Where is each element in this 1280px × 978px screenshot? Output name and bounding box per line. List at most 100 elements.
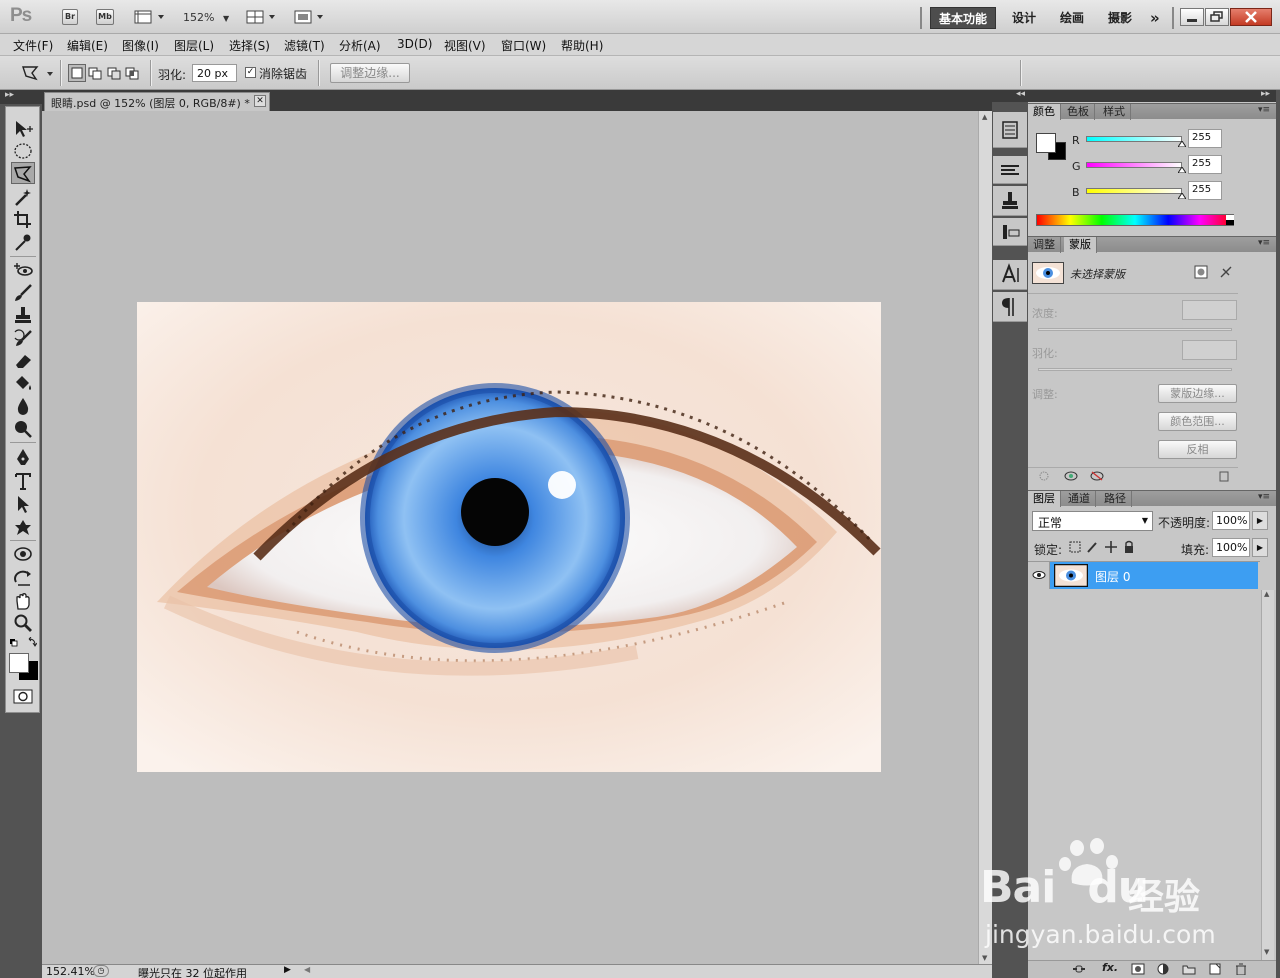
- fill-input[interactable]: 100%: [1212, 538, 1250, 557]
- layer-row[interactable]: 图层 0: [1028, 562, 1258, 589]
- panel-menu-icon[interactable]: ▾≡: [1258, 238, 1270, 248]
- color-range-button[interactable]: 颜色范围...: [1158, 412, 1237, 431]
- tab-swatches[interactable]: 色板: [1062, 104, 1095, 120]
- document-tab[interactable]: 眼睛.psd @ 152% (图层 0, RGB/8#) * ✕: [44, 92, 270, 111]
- tool-presets-panel-button[interactable]: [993, 218, 1027, 246]
- pen-tool-icon[interactable]: [12, 447, 34, 467]
- new-group-icon[interactable]: [1182, 963, 1196, 975]
- toolbox-collapse-strip[interactable]: ▸▸: [0, 90, 42, 104]
- scroll-up-icon[interactable]: ▲: [1264, 590, 1269, 598]
- spectrum-black[interactable]: [1226, 220, 1234, 225]
- magic-wand-tool-icon[interactable]: [12, 187, 34, 207]
- menu-analysis[interactable]: 分析(A): [339, 37, 381, 54]
- clone-source-panel-button[interactable]: [993, 186, 1027, 216]
- blend-mode-select[interactable]: 正常 ▼: [1032, 511, 1153, 531]
- channel-g-value[interactable]: 255: [1188, 155, 1222, 174]
- restore-button[interactable]: [1205, 8, 1229, 26]
- scroll-up-icon[interactable]: ▲: [982, 113, 987, 121]
- clone-stamp-tool-icon[interactable]: [12, 305, 34, 325]
- default-colors-swap-icon[interactable]: [9, 637, 37, 649]
- refine-edge-button[interactable]: 调整边缘...: [330, 63, 410, 83]
- view-extras-button[interactable]: [134, 10, 168, 24]
- pixel-mask-icon[interactable]: [1194, 265, 1208, 279]
- tab-masks[interactable]: 蒙版: [1064, 237, 1097, 253]
- color-spectrum-bar[interactable]: [1036, 214, 1234, 226]
- opacity-input[interactable]: 100%: [1212, 511, 1250, 530]
- delete-layer-icon[interactable]: [1234, 963, 1248, 975]
- workspace-photography[interactable]: 摄影: [1108, 7, 1132, 29]
- menu-help[interactable]: 帮助(H): [561, 37, 603, 54]
- opacity-arrow-icon[interactable]: ▶: [1252, 511, 1268, 530]
- channel-b-slider[interactable]: [1086, 188, 1182, 194]
- minimize-button[interactable]: [1180, 8, 1204, 26]
- layer-visibility-toggle[interactable]: [1028, 562, 1050, 589]
- expand-icon[interactable]: ▸▸: [1261, 89, 1270, 99]
- slider-thumb-icon[interactable]: [1178, 167, 1186, 173]
- layers-scrollbar[interactable]: ▲ ▼: [1261, 590, 1274, 960]
- polygonal-lasso-tool-icon[interactable]: [12, 164, 34, 184]
- custom-shape-tool-icon[interactable]: [12, 517, 34, 537]
- mask-edge-button[interactable]: 蒙版边缘...: [1158, 384, 1237, 403]
- eye-photo[interactable]: [137, 302, 881, 772]
- workspace-design[interactable]: 设计: [1012, 7, 1036, 29]
- workspace-more-button[interactable]: »: [1150, 7, 1160, 29]
- collapse-icon[interactable]: ◂◂: [1016, 89, 1025, 99]
- tab-adjustments[interactable]: 调整: [1028, 237, 1061, 253]
- density-slider[interactable]: [1038, 328, 1232, 331]
- antialias-checkbox[interactable]: ✓: [245, 67, 256, 78]
- type-tool-icon[interactable]: [12, 471, 34, 491]
- foreground-color-swatch[interactable]: [9, 653, 29, 673]
- brushes-panel-button[interactable]: [993, 156, 1027, 184]
- status-zoom[interactable]: 152.41%: [46, 965, 95, 978]
- density-input[interactable]: [1182, 300, 1237, 320]
- dodge-tool-icon[interactable]: [12, 419, 34, 439]
- menu-image[interactable]: 图像(I): [122, 37, 159, 54]
- vertical-scrollbar[interactable]: ▲ ▼: [978, 111, 992, 964]
- status-menu-arrow-icon[interactable]: ▶: [284, 965, 291, 975]
- screen-mode-button[interactable]: [294, 10, 328, 24]
- close-window-button[interactable]: [1230, 8, 1272, 26]
- channel-b-value[interactable]: 255: [1188, 181, 1222, 200]
- zoom-tool-icon[interactable]: [12, 613, 34, 633]
- status-clock-icon[interactable]: ◷: [93, 965, 109, 977]
- marquee-tool-icon[interactable]: [12, 141, 34, 161]
- paragraph-panel-button[interactable]: [993, 292, 1027, 322]
- layer-name[interactable]: 图层 0: [1095, 568, 1130, 585]
- menu-edit[interactable]: 编辑(E): [67, 37, 108, 54]
- eyedropper-tool-icon[interactable]: [12, 232, 34, 252]
- adjustment-layer-icon[interactable]: [1156, 963, 1170, 975]
- arrange-documents-button[interactable]: [246, 10, 280, 24]
- tab-paths[interactable]: 路径: [1099, 491, 1132, 507]
- menu-layer[interactable]: 图层(L): [174, 37, 214, 54]
- mask-feather-input[interactable]: [1182, 340, 1237, 360]
- channel-r-slider[interactable]: [1086, 136, 1182, 142]
- menu-view[interactable]: 视图(V): [444, 37, 486, 54]
- add-mask-icon[interactable]: [1131, 963, 1145, 975]
- tab-layers[interactable]: 图层: [1028, 491, 1061, 507]
- link-layers-icon[interactable]: [1072, 963, 1086, 975]
- selection-mode-icons[interactable]: [68, 64, 142, 82]
- tab-styles[interactable]: 样式: [1098, 104, 1131, 120]
- menu-select[interactable]: 选择(S): [229, 37, 270, 54]
- tool-preset-picker[interactable]: [20, 64, 56, 82]
- vector-mask-icon[interactable]: [1219, 265, 1233, 279]
- character-panel-button[interactable]: [993, 260, 1027, 290]
- 3d-rotate-tool-icon[interactable]: [12, 544, 34, 564]
- workspace-painting[interactable]: 绘画: [1060, 7, 1084, 29]
- slider-thumb-icon[interactable]: [1178, 193, 1186, 199]
- scroll-down-icon[interactable]: ▼: [982, 954, 987, 962]
- spot-healing-tool-icon[interactable]: [12, 260, 34, 280]
- mask-feather-slider[interactable]: [1038, 368, 1232, 371]
- slider-thumb-icon[interactable]: [1178, 141, 1186, 147]
- brush-tool-icon[interactable]: [12, 283, 34, 303]
- channel-r-value[interactable]: 255: [1188, 129, 1222, 148]
- close-tab-icon[interactable]: ✕: [254, 95, 266, 107]
- scroll-left-icon[interactable]: ◀: [304, 965, 310, 974]
- history-panel-button[interactable]: [993, 112, 1027, 148]
- bridge-button[interactable]: Br: [62, 9, 78, 25]
- new-layer-icon[interactable]: [1208, 963, 1222, 975]
- history-brush-tool-icon[interactable]: [12, 328, 34, 348]
- status-text[interactable]: 曝光只在 32 位起作用: [138, 965, 247, 978]
- blur-tool-icon[interactable]: [12, 396, 34, 416]
- mini-bridge-button[interactable]: Mb: [96, 9, 114, 25]
